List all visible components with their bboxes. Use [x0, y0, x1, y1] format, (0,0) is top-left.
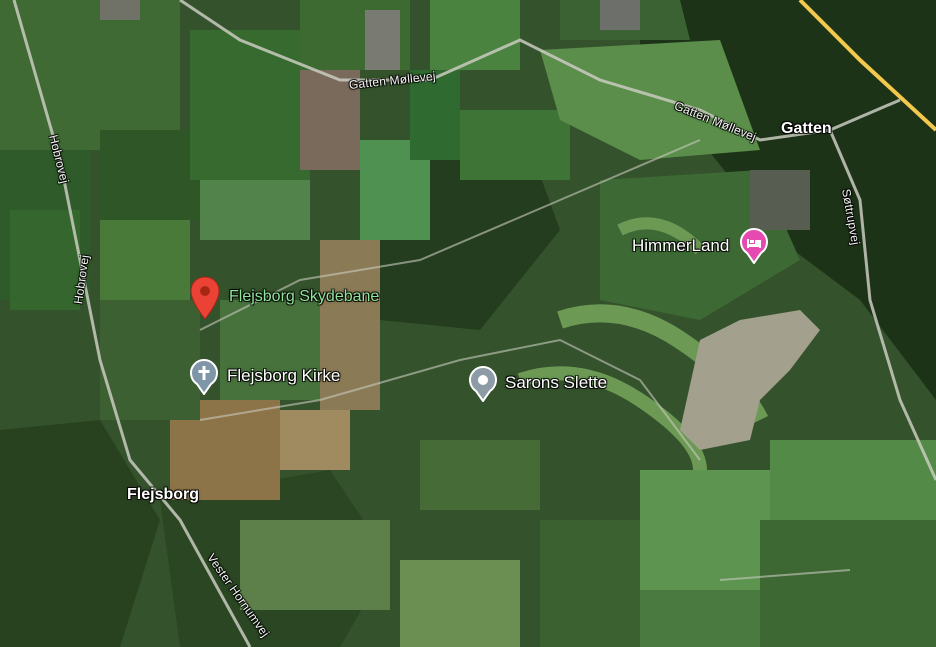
poi-label-flejsborg-skydebane[interactable]: Flejsborg Skydebane — [229, 288, 379, 306]
place-dot-icon[interactable] — [468, 366, 498, 402]
satellite-imagery[interactable] — [0, 0, 936, 647]
map-viewport[interactable]: Gatten Møllevej Gatten Møllevej Hobrovej… — [0, 0, 936, 647]
hotel-bed-icon[interactable] — [739, 228, 769, 264]
poi-label-flejsborg-kirke[interactable]: Flejsborg Kirke — [227, 366, 340, 386]
poi-label-sarons-slette[interactable]: Sarons Slette — [505, 373, 607, 393]
church-cross-icon[interactable] — [189, 359, 219, 395]
map-pin-icon[interactable] — [190, 276, 220, 320]
poi-label-himmerland[interactable]: HimmerLand — [632, 236, 729, 256]
place-label-flejsborg[interactable]: Flejsborg — [127, 486, 199, 504]
place-label-gatten[interactable]: Gatten — [781, 120, 832, 138]
